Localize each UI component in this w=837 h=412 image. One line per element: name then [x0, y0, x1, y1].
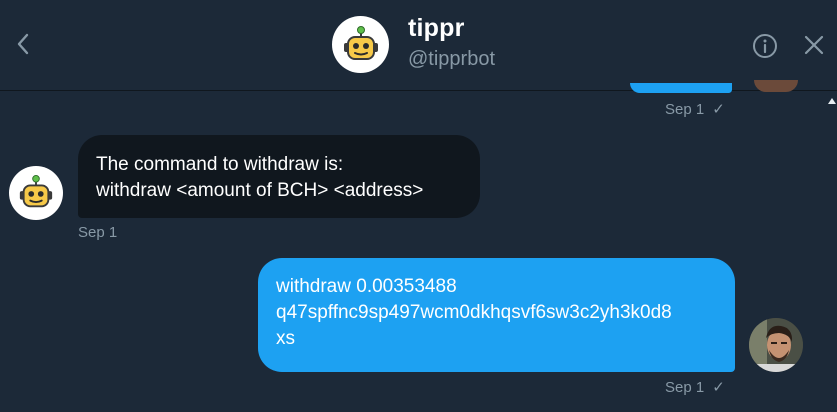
robot-icon: [343, 25, 378, 60]
scrollbar[interactable]: [826, 92, 837, 412]
message-meta: Sep 1 ✓: [665, 100, 725, 119]
message-text-line: xs: [276, 328, 295, 349]
bot-avatar[interactable]: [9, 166, 63, 220]
message-text-line: q47spffnc9sp497wcm0dkhqsvf6sw3c2yh3k0d8: [276, 302, 672, 323]
user-avatar-partial: [754, 80, 798, 92]
close-button[interactable]: [802, 33, 826, 57]
header-avatar[interactable]: [332, 16, 389, 73]
contact-name[interactable]: tippr: [408, 14, 465, 43]
message-text-line: The command to withdraw is:: [96, 154, 344, 175]
message-date: Sep 1: [665, 100, 705, 118]
check-icon: ✓: [712, 101, 725, 118]
conversation-header: tippr @tipprbot: [0, 0, 837, 91]
message-text-line: withdraw <amount of BCH> <address>: [96, 180, 424, 201]
info-icon: [753, 34, 777, 58]
user-photo-icon: [749, 318, 803, 372]
message-date: Sep 1: [78, 224, 118, 241]
user-avatar[interactable]: [749, 318, 803, 372]
previous-message-bubble[interactable]: [630, 83, 732, 93]
message-meta: Sep 1: [78, 224, 117, 241]
back-button[interactable]: [10, 30, 36, 58]
check-icon: ✓: [712, 379, 725, 396]
scroll-up-arrow-icon[interactable]: [828, 98, 836, 104]
info-button[interactable]: [752, 33, 778, 59]
contact-handle[interactable]: @tipprbot: [408, 48, 495, 71]
chevron-left-icon: [17, 33, 29, 55]
message-text-line: withdraw 0.00353488: [276, 276, 457, 297]
close-icon: [804, 35, 824, 55]
incoming-message-bubble[interactable]: The command to withdraw is: withdraw <am…: [78, 135, 480, 218]
message-date: Sep 1: [665, 378, 705, 396]
robot-icon: [19, 174, 53, 208]
message-meta: Sep 1 ✓: [665, 378, 725, 397]
outgoing-message-bubble[interactable]: withdraw 0.00353488 q47spffnc9sp497wcm0d…: [258, 258, 735, 372]
